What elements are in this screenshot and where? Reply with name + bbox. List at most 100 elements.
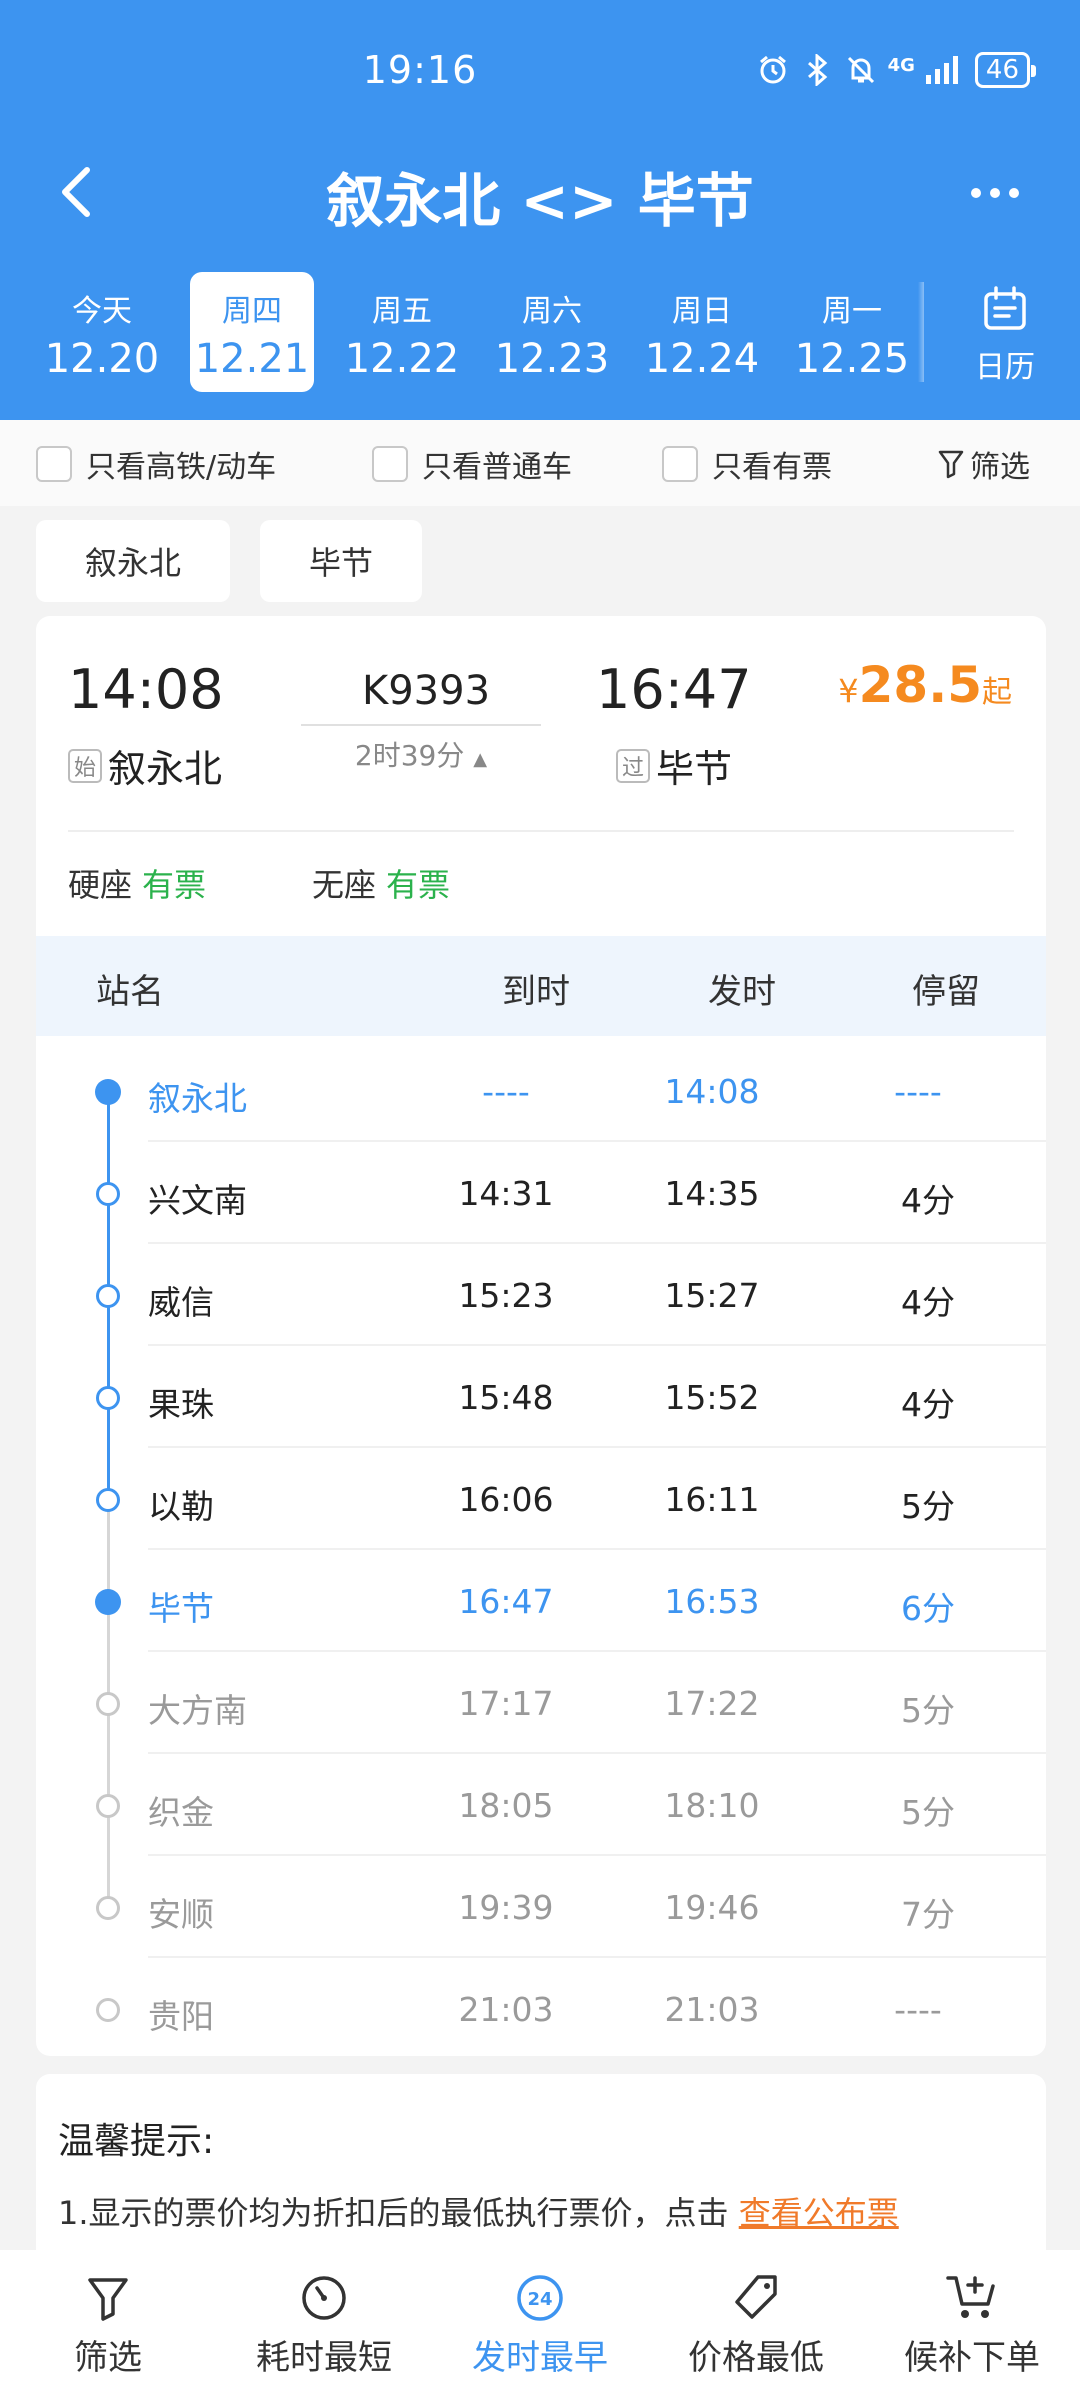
status-icons: 4G 46 [756, 52, 1037, 88]
train-card[interactable]: 14:08 K9393 2时39分 ▲ 16:47 始 叙永北 过 毕节 ¥ 2… [36, 616, 1046, 2056]
departure-time: 14:08 [68, 658, 224, 721]
date-tab-2[interactable]: 周五 12.22 [340, 272, 464, 392]
stop-arrive: 16:06 [458, 1480, 554, 1519]
date-value: 12.23 [494, 336, 610, 382]
available-only-checkbox[interactable]: 只看有票 [662, 444, 832, 485]
date-weekday: 周日 [672, 294, 732, 329]
nav-label: 筛选 [74, 2338, 142, 2378]
stop-name: 毕节 [148, 1589, 214, 1628]
status-bar: 19:16 4G 46 [0, 40, 1080, 104]
stop-name: 威信 [148, 1283, 214, 1322]
date-tab-0[interactable]: 今天 12.20 [40, 272, 164, 392]
stop-row: 以勒 16:06 16:11 5分 [36, 1448, 1046, 1550]
filter-row: 只看高铁/动车 只看普通车 只看有票 筛选 [0, 420, 1080, 506]
stop-name: 织金 [148, 1793, 214, 1832]
stop-depart: 15:27 [664, 1276, 760, 1315]
checkbox-box [662, 446, 698, 482]
clock-24-icon: 24 [440, 2270, 640, 2326]
date-tab-5[interactable]: 周一 12.25 [790, 272, 914, 392]
mute-icon [844, 53, 878, 87]
station-chip-to[interactable]: 毕节 [260, 520, 422, 602]
filter-button[interactable]: 筛选 [938, 444, 1030, 485]
stop-stay: 5分 [901, 1487, 955, 1526]
stop-row: 大方南 17:17 17:22 5分 [36, 1652, 1046, 1754]
date-weekday: 周四 [222, 294, 282, 329]
nav-shortest-duration[interactable]: 耗时最短 [224, 2270, 424, 2379]
price-tag-icon [656, 2270, 856, 2326]
high-speed-only-checkbox[interactable]: 只看高铁/动车 [36, 444, 276, 485]
stop-stay: 4分 [901, 1181, 955, 1220]
seat-type: 无座 [312, 866, 377, 904]
stop-row: 威信 15:23 15:27 4分 [36, 1244, 1046, 1346]
bluetooth-icon [800, 53, 834, 87]
stop-name: 贵阳 [148, 1997, 214, 2036]
stop-arrive: 18:05 [458, 1786, 554, 1825]
date-weekday: 周五 [372, 294, 432, 329]
date-tab-4[interactable]: 周日 12.24 [640, 272, 764, 392]
signal-icon [925, 53, 959, 87]
checkbox-box [372, 446, 408, 482]
stop-dot [96, 1284, 120, 1308]
calendar-button[interactable]: 日历 [950, 284, 1060, 385]
more-options-button[interactable] [960, 168, 1030, 218]
nav-waitlist-order[interactable]: 候补下单 [872, 2270, 1072, 2379]
checkbox-box [36, 446, 72, 482]
pass-tag: 过 [616, 748, 650, 783]
title-bar: 叙永北 <> 毕节 [0, 150, 1080, 235]
network-type: 4G [887, 54, 915, 76]
stop-dot [96, 1896, 120, 1920]
stop-arrive: 19:39 [458, 1888, 554, 1927]
stop-dot [96, 1488, 120, 1512]
stop-dot [95, 1079, 121, 1105]
nav-filter[interactable]: 筛选 [8, 2270, 208, 2379]
tips-body: 1.显示的票价均为折扣后的最低执行票价，点击 [58, 2194, 729, 2232]
stop-dot [96, 1386, 120, 1410]
stop-arrive: 21:03 [458, 1990, 554, 2029]
filter-label: 筛选 [970, 450, 1030, 485]
stop-row: 果珠 15:48 15:52 4分 [36, 1346, 1046, 1448]
nav-label: 发时最早 [472, 2338, 608, 2378]
stop-depart: 18:10 [664, 1786, 760, 1825]
nav-label: 耗时最短 [256, 2338, 392, 2378]
duration-toggle[interactable]: 2时39分 ▲ [301, 734, 541, 774]
stop-depart: 15:52 [664, 1378, 760, 1417]
calendar-label: 日历 [975, 350, 1035, 385]
cart-add-icon [872, 2270, 1072, 2326]
stop-stay: 6分 [901, 1589, 955, 1628]
alarm-icon [756, 53, 790, 87]
date-value: 12.20 [44, 336, 160, 382]
stop-arrive: 15:23 [458, 1276, 554, 1315]
nav-earliest-departure[interactable]: 24 发时最早 [440, 2270, 640, 2379]
price-value: 28.5 [858, 656, 982, 714]
col-depart: 发时 [708, 972, 776, 1012]
seat-hard: 硬座 有票 [68, 860, 206, 906]
arrival-time: 16:47 [596, 658, 752, 721]
published-fare-link[interactable]: 查看公布票 [739, 2194, 899, 2232]
stop-depart: 14:08 [664, 1072, 760, 1111]
stop-depart: 21:03 [664, 1990, 760, 2029]
station-chip-from[interactable]: 叙永北 [36, 520, 230, 602]
seat-type: 硬座 [68, 866, 133, 904]
col-stay: 停留 [912, 972, 980, 1012]
stop-dot [95, 1589, 121, 1615]
stop-depart: 17:22 [664, 1684, 760, 1723]
stop-row: 叙永北 ---- 14:08 ---- [36, 1040, 1046, 1142]
stop-row: 贵阳 21:03 21:03 ---- [36, 1958, 1046, 2056]
nav-lowest-price[interactable]: 价格最低 [656, 2270, 856, 2379]
seat-status: 有票 [386, 866, 451, 904]
stop-name: 兴文南 [148, 1181, 247, 1220]
bottom-nav: 筛选 耗时最短 24 发时最早 价格最低 候补下单 [0, 2250, 1080, 2387]
status-time: 19:16 [362, 48, 478, 92]
checkbox-label: 只看普通车 [422, 450, 572, 485]
stop-depart: 16:53 [664, 1582, 760, 1621]
stop-dot [96, 1794, 120, 1818]
date-value: 12.22 [344, 336, 460, 382]
stop-dot [96, 1998, 120, 2022]
header: 19:16 4G 46 叙永北 <> 毕节 今天 12.20 周四 12.21 … [0, 0, 1080, 420]
filter-icon [8, 2270, 208, 2326]
date-tab-1[interactable]: 周四 12.21 [190, 272, 314, 392]
battery-indicator: 46 [974, 52, 1037, 88]
regular-only-checkbox[interactable]: 只看普通车 [372, 444, 572, 485]
calendar-icon [984, 286, 1026, 330]
date-tab-3[interactable]: 周六 12.23 [490, 272, 614, 392]
